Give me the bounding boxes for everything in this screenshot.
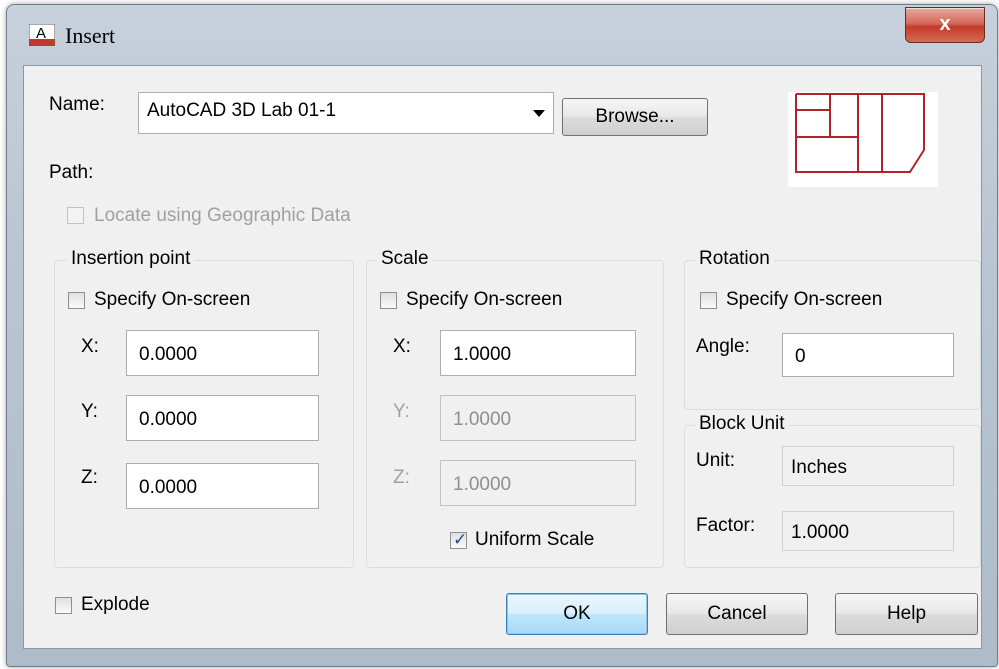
geo-checkbox[interactable]: [67, 207, 84, 224]
insertion-x-field[interactable]: 0.0000: [126, 330, 319, 376]
angle-label: Angle:: [696, 336, 750, 357]
scale-y-field[interactable]: 1.0000: [440, 395, 636, 441]
name-label: Name:: [49, 94, 105, 115]
app-icon-letter: A: [36, 25, 46, 42]
scale-x-label: X:: [393, 336, 411, 357]
scale-y-label: Y:: [393, 401, 410, 422]
browse-button[interactable]: Browse...: [562, 98, 708, 136]
rotation-title: Rotation: [695, 248, 774, 270]
geo-label: Locate using Geographic Data: [94, 205, 351, 226]
rotation-specify-label: Specify On-screen: [726, 289, 883, 310]
block-name-value: AutoCAD 3D Lab 01-1: [147, 100, 337, 121]
preview-outline: [795, 93, 925, 173]
scale-specify-checkbox[interactable]: [380, 292, 397, 309]
insertion-z-label: Z:: [81, 467, 98, 488]
scale-title: Scale: [377, 248, 433, 270]
explode-label: Explode: [81, 594, 150, 615]
factor-value: 1.0000: [782, 511, 954, 551]
block-name-dropdown[interactable]: AutoCAD 3D Lab 01-1: [138, 92, 554, 134]
insertion-specify-checkbox[interactable]: [68, 292, 85, 309]
uniform-scale-checkbox[interactable]: ✓: [450, 530, 468, 549]
dialog-window: A Insert x Name: AutoCAD 3D Lab 01-1 Bro…: [6, 4, 998, 667]
uniform-scale-label: Uniform Scale: [475, 529, 595, 550]
insertion-z-field[interactable]: 0.0000: [126, 463, 319, 509]
cancel-button[interactable]: Cancel: [666, 593, 808, 635]
dialog-body: Name: AutoCAD 3D Lab 01-1 Browse... Path…: [23, 65, 982, 649]
insertion-point-title: Insertion point: [67, 248, 195, 270]
scale-z-label: Z:: [393, 467, 410, 488]
title-bar[interactable]: A Insert x: [7, 5, 997, 65]
checkmark-icon: ✓: [453, 530, 468, 549]
path-label: Path:: [49, 162, 94, 183]
insertion-specify-label: Specify On-screen: [94, 289, 251, 310]
insertion-x-label: X:: [81, 336, 99, 357]
scale-z-field[interactable]: 1.0000: [440, 460, 636, 506]
factor-label: Factor:: [696, 515, 756, 536]
angle-field[interactable]: 0: [782, 333, 954, 377]
block-preview: [788, 92, 938, 187]
scale-x-field[interactable]: 1.0000: [440, 330, 636, 376]
unit-value: Inches: [782, 446, 954, 486]
chevron-down-icon[interactable]: [533, 110, 545, 117]
window-title: Insert: [65, 23, 116, 48]
insertion-y-field[interactable]: 0.0000: [126, 395, 319, 441]
close-button[interactable]: x: [905, 7, 985, 43]
scale-specify-label: Specify On-screen: [406, 289, 563, 310]
block-unit-title: Block Unit: [695, 413, 789, 435]
unit-label: Unit:: [696, 450, 736, 471]
help-button[interactable]: Help: [835, 593, 978, 635]
autocad-app-icon: A: [29, 24, 55, 46]
ok-button[interactable]: OK: [506, 593, 648, 635]
explode-checkbox[interactable]: [55, 597, 72, 614]
insertion-y-label: Y:: [81, 401, 98, 422]
rotation-specify-checkbox[interactable]: [700, 292, 717, 309]
